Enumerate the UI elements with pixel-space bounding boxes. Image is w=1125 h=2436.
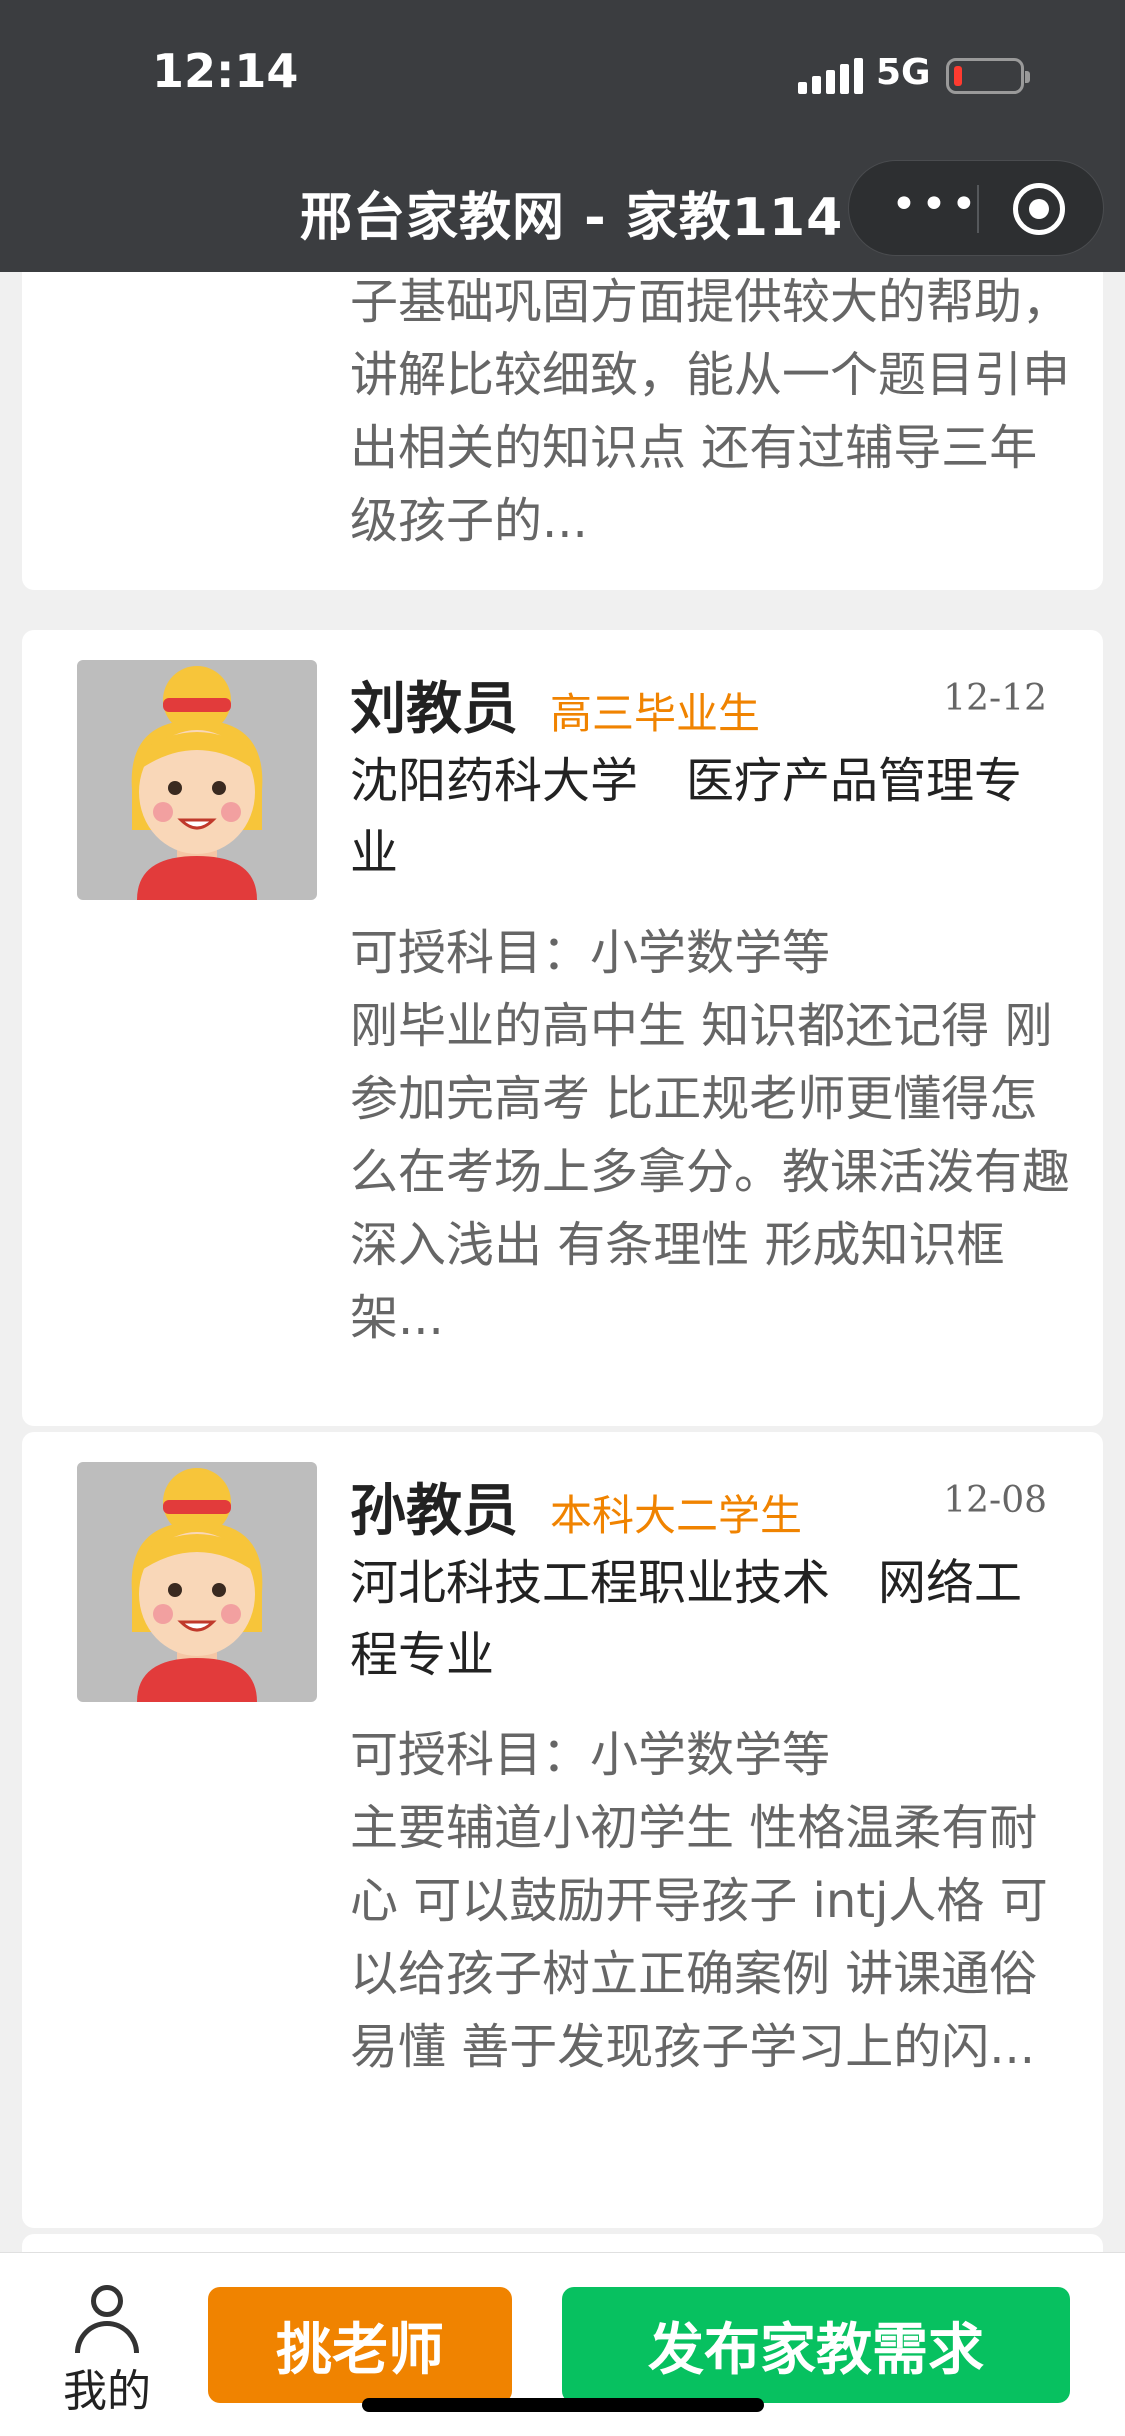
teacher-card[interactable]: 孙教员 本科大二学生 12-08 河北科技工程职业技术 网络工程专业 可授科目：… [22,1432,1103,2228]
teacher-name: 刘教员 [350,677,518,742]
mine-label: 我的 [63,2366,151,2417]
mine-button[interactable]: 我的 [52,2285,162,2419]
teacher-list[interactable]: 子基础巩固方面提供较大的帮助，讲解比较细致，能从一个题目引申出相关的知识点 还有… [0,272,1125,2252]
teacher-card[interactable] [22,2234,1103,2252]
mini-program-capsule: ••• [848,160,1104,256]
teacher-description: 主要辅道小初学生 性格温柔有耐心 可以鼓励开导孩子 intj人格 可以给孩子树立… [350,1800,1048,2075]
pick-teacher-button[interactable]: 挑老师 [208,2287,512,2403]
teacher-school: 河北科技工程职业技术 网络工程专业 [350,1555,1023,1683]
teacher-subjects: 可授科目：小学数学等 [350,925,831,981]
teacher-name: 孙教员 [350,1479,518,1544]
battery-icon [946,58,1030,94]
target-icon[interactable] [1013,183,1065,235]
capsule-divider [977,185,979,233]
teacher-school: 沈阳药科大学 医疗产品管理专业 [350,753,1023,881]
page-title: 邢台家教网 - 家教114 [300,188,844,248]
teacher-description: 刚毕业的高中生 知识都还记得 刚参加完高考 比正规老师更懂得怎么在考场上多拿分。… [350,998,1071,1346]
network-type: 5G [876,52,931,93]
teacher-card[interactable]: 刘教员 高三毕业生 12-12 沈阳药科大学 医疗产品管理专业 可授科目：小学数… [22,630,1103,1426]
signal-icon [798,58,863,94]
status-time: 12:14 [152,44,299,98]
avatar [77,660,317,900]
teacher-description: 子基础巩固方面提供较大的帮助，讲解比较细致，能从一个题目引申出相关的知识点 还有… [350,274,1071,549]
top-bar: 12:14 5G 邢台家教网 - 家教114 ••• [0,0,1125,272]
post-date: 12-12 [943,678,1047,719]
teacher-card[interactable]: 子基础巩固方面提供较大的帮助，讲解比较细致，能从一个题目引申出相关的知识点 还有… [22,272,1103,590]
home-indicator [362,2398,764,2412]
teacher-status-tag: 本科大二学生 [550,1491,803,1540]
more-dots-icon[interactable]: ••• [891,179,981,230]
teacher-status-tag: 高三毕业生 [550,689,761,738]
post-request-button[interactable]: 发布家教需求 [562,2287,1070,2403]
teacher-subjects: 可授科目：小学数学等 [350,1727,831,1783]
user-icon [75,2285,139,2353]
avatar [77,1462,317,1702]
post-date: 12-08 [943,1480,1047,1521]
